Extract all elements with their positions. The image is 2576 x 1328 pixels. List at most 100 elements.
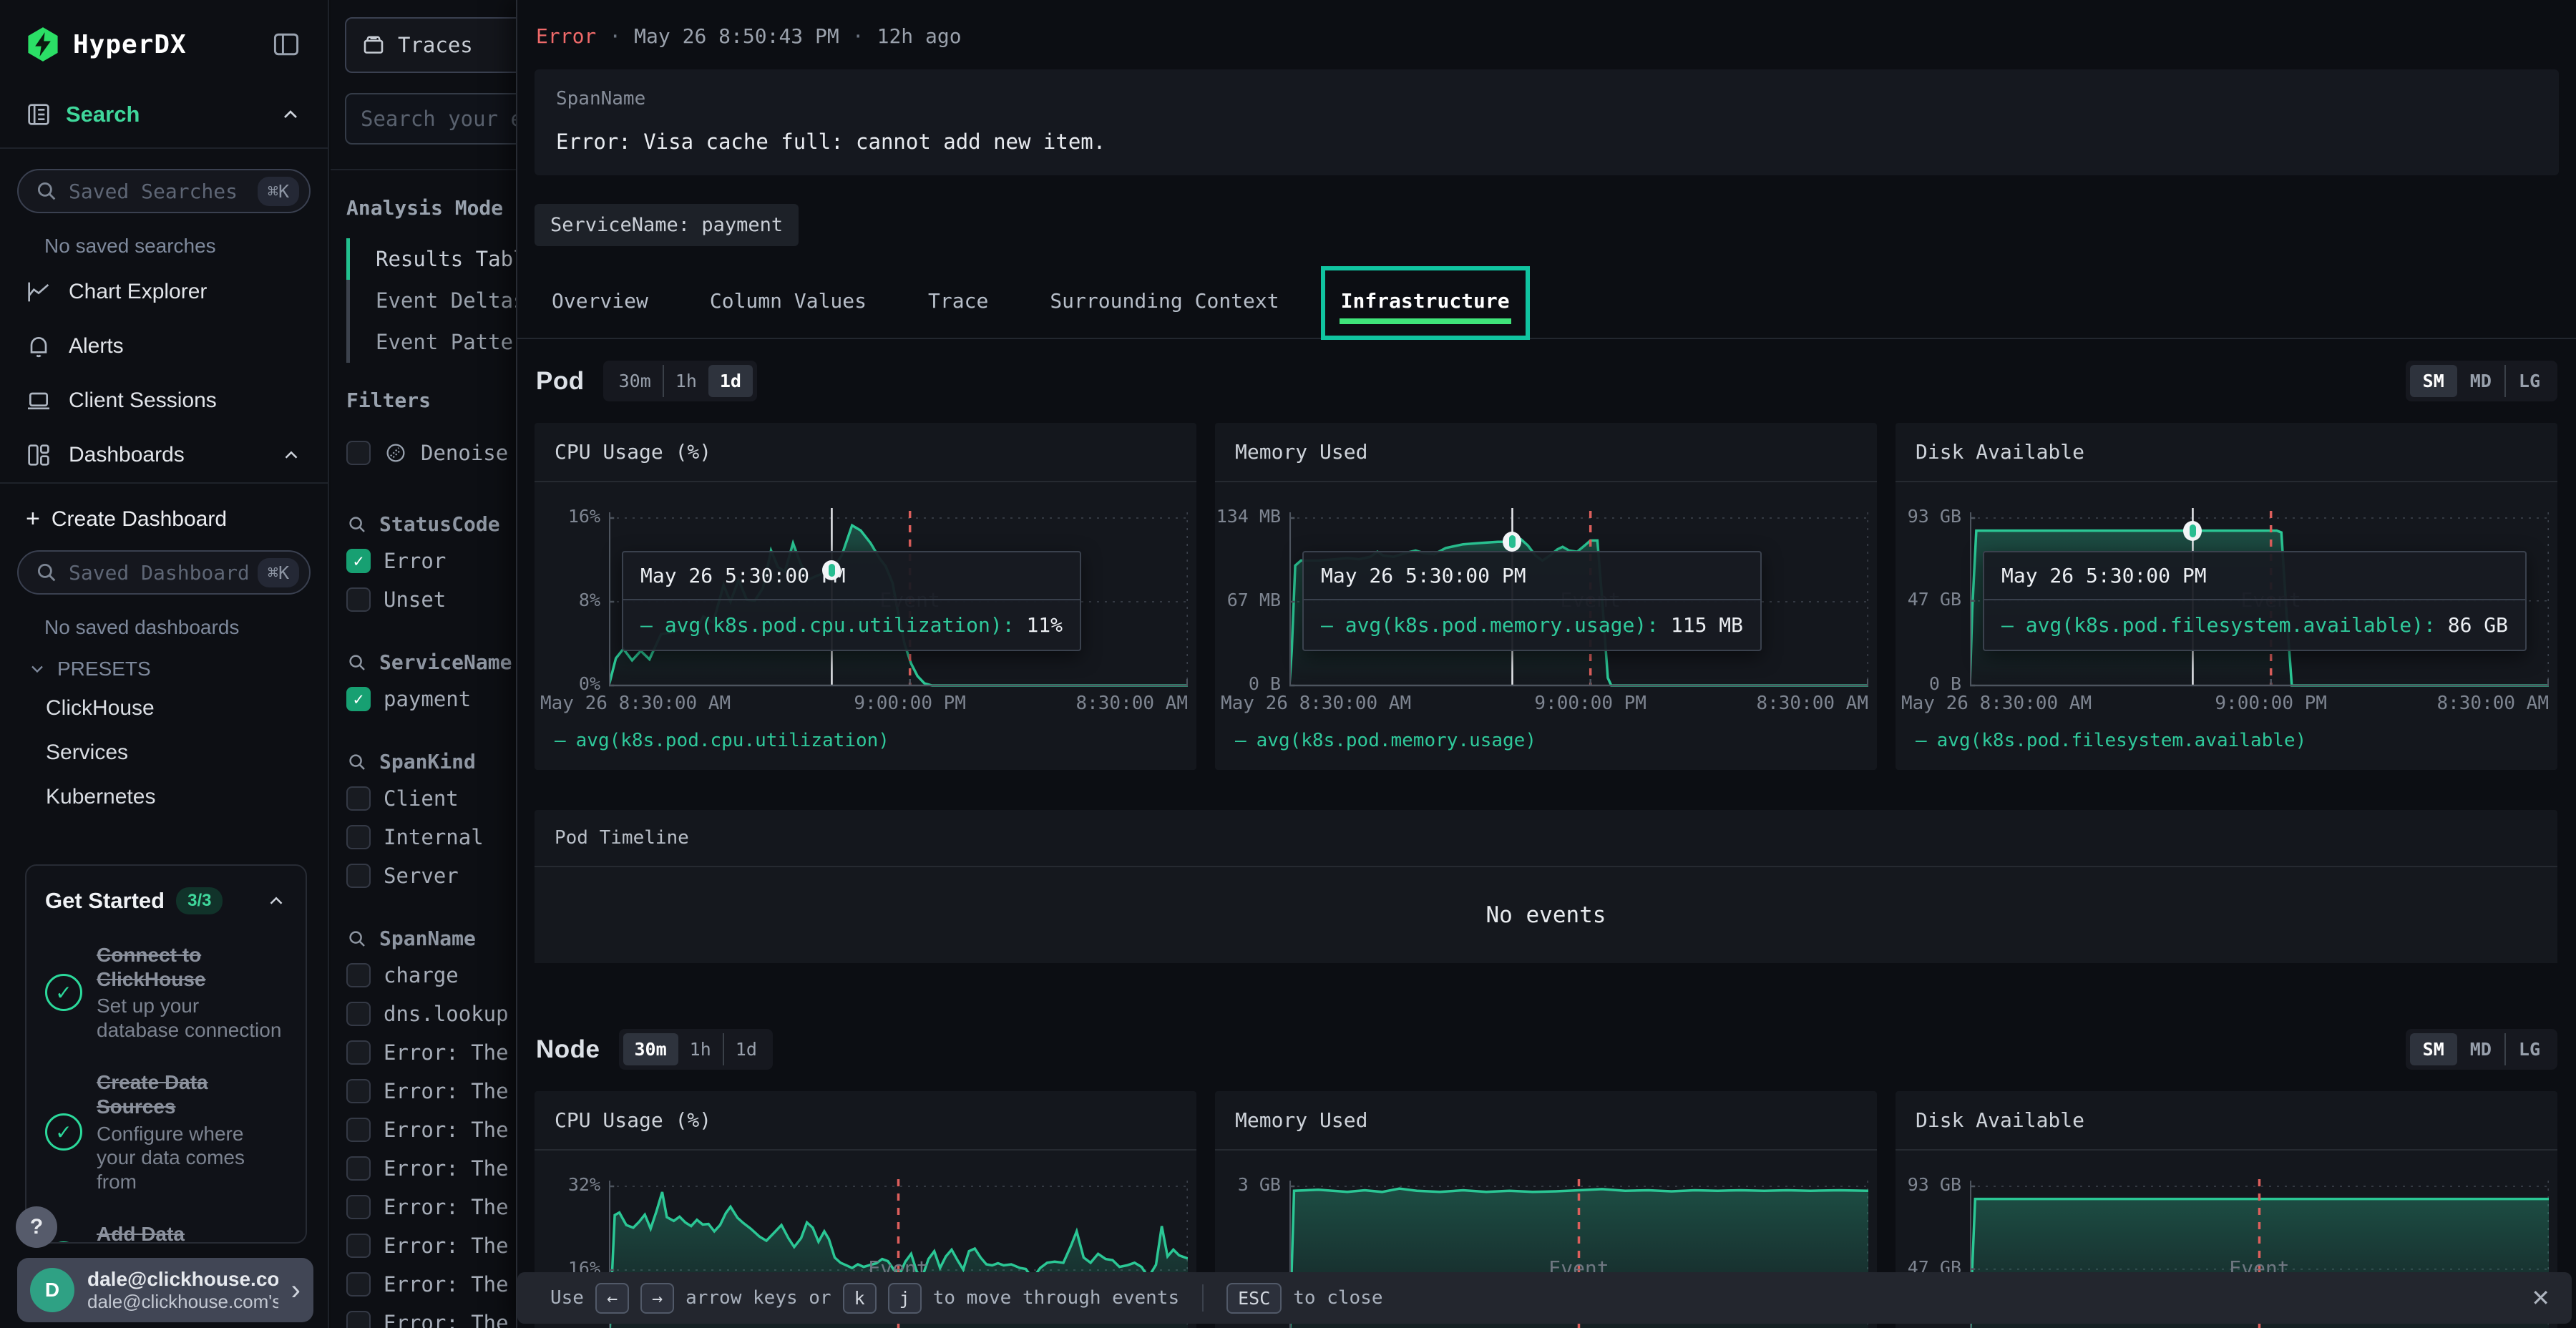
filter-checkbox[interactable] [346,864,371,888]
node-range-1h[interactable]: 1h [678,1033,723,1065]
sidebar-preset-clickhouse[interactable]: ClickHouse [17,686,311,731]
node-size-lg[interactable]: LG [2504,1033,2553,1065]
node-range-30m[interactable]: 30m [623,1033,678,1065]
pod-size-lg[interactable]: LG [2504,365,2553,397]
y-axis-labels: 93 GB47 GB0 B [1896,482,1961,723]
filter-checkbox[interactable] [346,963,371,987]
sidebar-item-dashboards[interactable]: Dashboards [17,428,311,482]
pod-size-md[interactable]: MD [2457,365,2504,397]
sidebar-item-chart-explorer[interactable]: Chart Explorer [17,265,311,319]
event-relative-time: 12h ago [877,24,962,48]
event-header: Error · May 26 8:50:43 PM · 12h ago [517,0,2576,48]
get-started-progress-badge: 3/3 [176,887,223,914]
no-saved-searches-text: No saved searches [17,213,311,265]
node-size-control: SM MD LG [2406,1029,2557,1070]
filter-checkbox[interactable] [346,825,371,849]
filter-checkbox[interactable] [346,1272,371,1297]
y-tick-label: 0 B [1215,674,1281,694]
filter-checkbox[interactable] [346,1079,371,1103]
tab-column-values[interactable]: Column Values [710,272,867,334]
node-section-header: Node 30m 1h 1d SM MD LG [517,1007,2576,1070]
filter-checkbox[interactable] [346,1156,371,1181]
filter-checkbox[interactable]: ✓ [346,687,371,711]
chart-plot-area[interactable]: 93 GB47 GB0 B May 26 8:30:00 AM9:00:00 P… [1896,482,2557,723]
y-tick-label: 134 MB [1215,507,1281,527]
close-icon[interactable]: ✕ [2531,1284,2550,1312]
service-name-chip[interactable]: ServiceName: payment [535,204,799,246]
shortcut-badge: ⌘K [258,177,299,206]
sidebar-preset-services[interactable]: Services [17,731,311,775]
node-size-md[interactable]: MD [2457,1033,2504,1065]
search-icon [34,560,59,585]
step-desc: Set up your database connection [97,994,287,1042]
step-title: Add Data [97,1223,185,1244]
help-button[interactable]: ? [16,1206,57,1248]
user-menu[interactable]: D dale@clickhouse.com dale@clickhouse.co… [17,1258,313,1322]
filter-checkbox[interactable] [346,1040,371,1065]
k-key: k [843,1283,877,1314]
chart-plot-area[interactable]: 134 MB67 MB0 B May 26 8:30:00 AM9:00:00 … [1215,482,1877,723]
event-navigation-footer: Use ← → arrow keys or k j to move throug… [517,1272,2572,1324]
pod-range-30m[interactable]: 30m [608,365,663,397]
footer-move-text: to move through events [933,1287,1179,1309]
filter-checkbox[interactable] [346,587,371,612]
step-title: Create Data Sources [97,1071,208,1118]
tab-surrounding-context[interactable]: Surrounding Context [1050,272,1279,334]
tab-infrastructure[interactable]: Infrastructure [1341,272,1510,334]
y-tick-label: 0 B [1896,674,1961,694]
filter-checkbox[interactable] [346,1311,371,1328]
pod-cpu-chart-card: CPU Usage (%) 16%8%0% May 26 8:30:00 AM9… [535,423,1196,770]
filter-checkbox[interactable] [346,1234,371,1258]
source-select-value: Traces [398,33,473,57]
chart-title: Memory Used [1215,423,1877,482]
presets-toggle[interactable]: PRESETS [17,646,311,686]
filter-checkbox[interactable]: ✓ [346,549,371,573]
dashboards-grid-icon [24,441,53,469]
filter-checkbox[interactable] [346,1002,371,1026]
saved-dashboards-input[interactable]: Saved Dashboards ⌘K [17,550,311,595]
series-dash-icon: — [640,613,653,637]
y-tick-label: 93 GB [1896,1175,1961,1195]
y-tick-label: 32% [535,1175,600,1195]
get-started-step-add-data[interactable]: ✓ Add Data Start sending logs, metrics, … [45,1222,287,1244]
span-error-message: Error: Visa cache full: cannot add new i… [556,130,2537,154]
sidebar-client-sessions-label: Client Sessions [69,389,217,413]
dot-separator: · [609,24,621,48]
saved-searches-input[interactable]: Saved Searches ⌘K [17,169,311,213]
create-dashboard-button[interactable]: + Create Dashboard [17,487,311,550]
search-icon [346,751,368,773]
legend-series-name: avg(k8s.pod.cpu.utilization) [576,730,889,751]
node-size-sm[interactable]: SM [2410,1033,2457,1065]
tab-trace[interactable]: Trace [928,272,988,334]
filter-checkbox[interactable] [346,786,371,811]
pod-range-1d[interactable]: 1d [708,365,753,397]
sidebar-item-client-sessions[interactable]: Client Sessions [17,374,311,428]
tab-overview[interactable]: Overview [552,272,648,334]
get-started-step-sources[interactable]: ✓ Create Data Sources Configure where yo… [45,1070,287,1193]
pod-timeline-empty-state: No events [535,867,2557,963]
chart-legend: —avg(k8s.pod.filesystem.available) [1896,723,2557,770]
active-tab-highlight-box [1321,266,1530,340]
y-tick-label: 16% [535,507,600,527]
brand-logo[interactable]: HyperDX [24,26,187,63]
pod-timeline-title: Pod Timeline [535,810,2557,867]
collapse-sidebar-icon[interactable] [270,29,302,60]
tooltip-time: May 26 5:30:00 PM [623,552,1080,600]
chart-plot-area[interactable]: 16%8%0% May 26 8:30:00 AM9:00:00 PM8:30:… [535,482,1196,723]
sidebar-item-search[interactable]: Search [0,63,328,147]
sidebar-item-alerts[interactable]: Alerts [17,319,311,374]
pod-range-1h[interactable]: 1h [663,365,708,397]
node-range-control: 30m 1h 1d [619,1029,773,1070]
filter-option-label: Client [384,786,459,811]
filter-checkbox[interactable] [346,1118,371,1142]
filter-checkbox[interactable] [346,1195,371,1219]
pod-size-sm[interactable]: SM [2410,365,2457,397]
denoise-checkbox[interactable] [346,441,371,465]
chevron-up-icon[interactable] [265,890,287,912]
esc-key: ESC [1226,1283,1282,1314]
node-range-1d[interactable]: 1d [723,1033,769,1065]
get-started-step-connect[interactable]: ✓ Connect to ClickHouse Set up your data… [45,943,287,1042]
laptop-icon [24,386,53,415]
filter-option-label: Internal [384,825,484,849]
sidebar-preset-kubernetes[interactable]: Kubernetes [17,775,311,819]
